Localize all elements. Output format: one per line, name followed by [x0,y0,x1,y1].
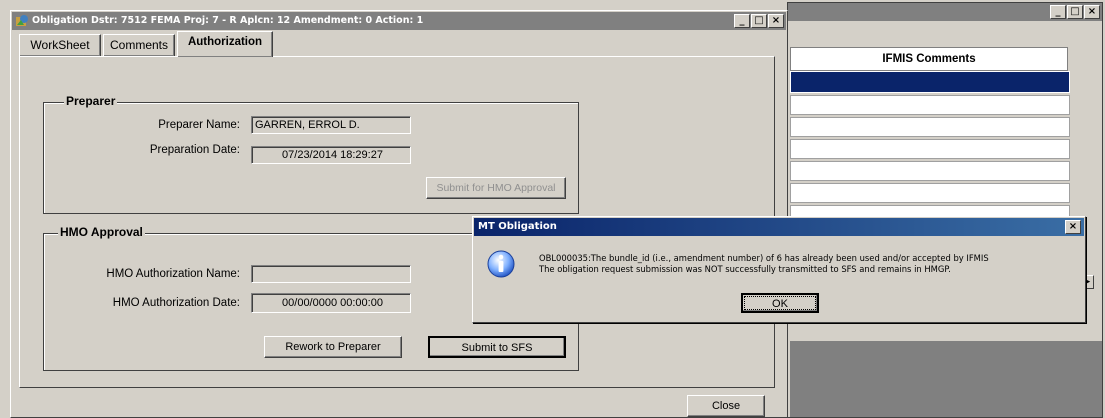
hmo-authorization-name-label: HMO Authorization Name: [106,268,240,280]
submit-for-hmo-approval-button[interactable]: Submit for HMO Approval [426,177,566,199]
tab-worksheet[interactable]: WorkSheet [19,34,101,56]
close-button[interactable]: × [1084,5,1100,19]
grid-row-selected[interactable] [790,71,1070,93]
minimize-button[interactable]: _ [734,14,750,28]
minimize-button[interactable]: _ [1050,5,1066,19]
dialog-title: MT Obligation [478,221,557,232]
preparer-legend: Preparer [64,94,118,108]
tab-comments[interactable]: Comments [103,34,175,56]
table-row[interactable] [790,95,1070,115]
maximize-button[interactable]: □ [1067,5,1083,19]
obligation-window: Obligation Dstr: 7512 FEMA Proj: 7 - R A… [10,10,788,418]
dialog-titlebar: MT Obligation × [474,218,1084,236]
table-row[interactable] [790,183,1070,203]
dialog-message-line2: The obligation request submission was NO… [539,264,951,274]
hmo-authorization-name-field [251,265,411,283]
ok-button[interactable]: OK [741,293,819,313]
close-window-button[interactable]: Close [687,395,765,417]
grid-column-header: IFMIS Comments [790,47,1068,71]
preparation-date-field: 07/23/2014 18:29:27 [251,146,411,164]
dialog-message-line1: OBL000035:The bundle_id (i.e., amendment… [539,253,989,263]
rework-to-preparer-button[interactable]: Rework to Preparer [264,336,402,358]
hmo-authorization-date-field: 00/00/0000 00:00:00 [251,293,411,313]
maximize-button[interactable]: □ [751,14,767,28]
background-window: _ □ × IFMIS Comments ▸ [787,2,1103,418]
table-row[interactable] [790,117,1070,137]
dialog-close-button[interactable]: × [1065,220,1081,234]
submit-to-sfs-button[interactable]: Submit to SFS [428,336,566,358]
window-title: Obligation Dstr: 7512 FEMA Proj: 7 - R A… [32,15,424,26]
background-window-titlebar: _ □ × [788,3,1102,21]
hmo-authorization-date-label: HMO Authorization Date: [112,297,240,309]
preparer-name-field: GARREN, ERROL D. [251,116,411,134]
tab-authorization[interactable]: Authorization [177,31,273,57]
table-row[interactable] [790,161,1070,181]
hmo-approval-legend: HMO Approval [58,225,145,239]
mt-obligation-dialog: MT Obligation × OBL000035:The bundle_id … [472,216,1086,323]
preparation-date-label: Preparation Date: [149,144,240,156]
preparer-name-label: Preparer Name: [158,119,240,131]
obligation-window-titlebar: Obligation Dstr: 7512 FEMA Proj: 7 - R A… [12,12,786,30]
grid-empty-area [790,341,1102,417]
close-button[interactable]: × [768,14,784,28]
app-icon [15,14,29,28]
table-row[interactable] [790,139,1070,159]
info-icon [485,248,517,280]
